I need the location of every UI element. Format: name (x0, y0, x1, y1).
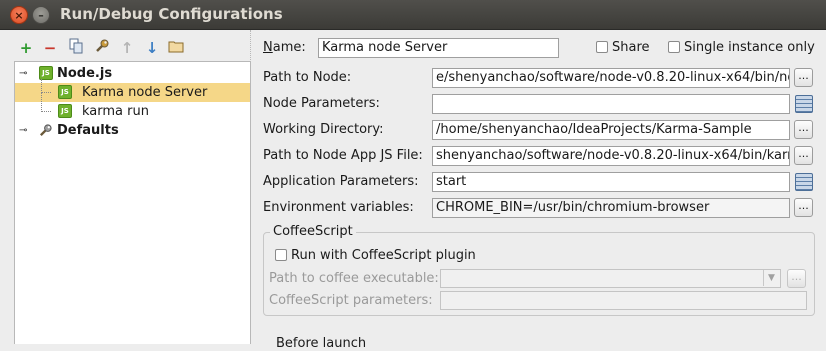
tree-node-label: karma run (82, 104, 149, 119)
working-directory-browse-button[interactable]: ... (794, 120, 813, 139)
window-title: Run/Debug Configurations (60, 5, 283, 23)
coffeescript-params-label: CoffeeScript parameters: (269, 293, 433, 308)
app-params-field[interactable]: start (432, 172, 790, 192)
working-directory-label: Working Directory: (263, 122, 384, 137)
remove-icon[interactable]: − (40, 38, 60, 58)
wrench-icon (38, 123, 53, 144)
configuration-tree[interactable]: ⊸ JS Node.js JS Karma node Server JS kar… (14, 61, 251, 344)
title-bar: × – Run/Debug Configurations (0, 0, 826, 30)
path-to-coffee-combo[interactable] (440, 269, 781, 288)
tree-node-label: Node.js (57, 66, 113, 81)
move-up-icon[interactable]: ↑ (117, 38, 137, 58)
copy-icon[interactable] (66, 38, 86, 58)
coffeescript-group-title: CoffeeScript (270, 224, 356, 239)
tree-connector (41, 79, 51, 93)
single-instance-checkbox[interactable] (668, 41, 680, 53)
node-parameters-label: Node Parameters: (263, 96, 380, 111)
tree-connector (41, 93, 51, 112)
nodejs-icon: JS (39, 66, 53, 80)
env-vars-browse-button[interactable]: ... (794, 198, 813, 217)
nodejs-icon: JS (58, 104, 72, 118)
nodejs-icon: JS (58, 85, 72, 99)
tree-node-label: Defaults (57, 123, 119, 138)
working-directory-field[interactable]: /home/shenyanchao/IdeaProjects/Karma-Sam… (432, 120, 790, 140)
path-to-node-label: Path to Node: (263, 70, 352, 85)
env-vars-field[interactable]: CHROME_BIN=/usr/bin/chromium-browser (432, 198, 790, 218)
path-to-coffee-browse-button[interactable]: ... (787, 269, 806, 288)
add-icon[interactable]: + (16, 38, 36, 58)
expand-editor-icon[interactable] (795, 95, 813, 113)
run-with-coffeescript-checkbox[interactable] (275, 249, 287, 261)
path-to-node-field[interactable]: e/shenyanchao/software/node-v0.8.20-linu… (432, 68, 790, 88)
coffeescript-params-field[interactable] (440, 291, 807, 310)
tree-node-defaults[interactable]: ⊸ Defaults (15, 121, 250, 140)
app-params-label: Application Parameters: (263, 174, 419, 189)
single-instance-label: Single instance only (684, 40, 815, 55)
name-label: Name: (263, 40, 306, 55)
expand-editor-icon[interactable] (795, 173, 813, 191)
app-js-file-browse-button[interactable]: ... (794, 146, 813, 165)
wrench-icon[interactable] (92, 38, 112, 58)
name-field[interactable]: Karma node Server (318, 38, 559, 58)
chevron-down-icon[interactable]: ▼ (763, 270, 779, 286)
run-with-coffeescript-label: Run with CoffeeScript plugin (291, 248, 476, 263)
expand-handle-icon[interactable]: ⊸ (19, 121, 27, 140)
path-to-node-browse-button[interactable]: ... (794, 68, 813, 87)
path-to-coffee-label: Path to coffee executable: (269, 271, 439, 286)
app-js-file-label: Path to Node App JS File: (263, 148, 423, 163)
env-vars-label: Environment variables: (263, 200, 414, 215)
tree-node-karma-run[interactable]: JS karma run (15, 93, 250, 121)
node-parameters-field[interactable] (432, 94, 790, 114)
minimize-window-button[interactable]: – (32, 6, 50, 24)
folder-icon[interactable] (166, 38, 186, 58)
close-window-button[interactable]: × (10, 6, 28, 24)
move-down-icon[interactable]: ↓ (142, 38, 162, 58)
collapse-handle-icon[interactable]: ⊸ (19, 64, 27, 83)
app-js-file-field[interactable]: shenyanchao/software/node-v0.8.20-linux-… (432, 146, 790, 166)
tree-node-label: Karma node Server (82, 85, 208, 100)
share-label: Share (612, 40, 650, 55)
pane-splitter[interactable] (250, 30, 253, 344)
share-checkbox[interactable] (596, 41, 608, 53)
